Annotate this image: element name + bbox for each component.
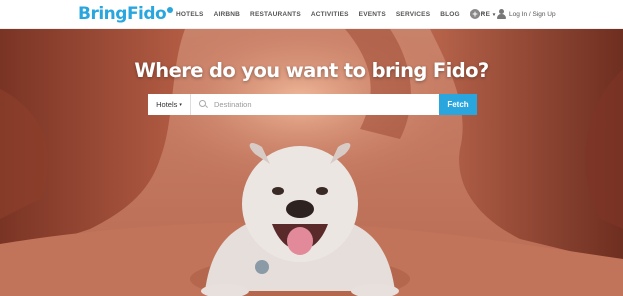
chevron-down-icon: ▾ [482, 11, 485, 17]
plus-circle-icon: + [470, 9, 480, 19]
search-type-label: Hotels [156, 100, 178, 109]
destination-field [191, 94, 439, 115]
nav-services[interactable]: SERVICES [396, 11, 430, 18]
hero-banner: Where do you want to bring Fido? Hotels … [0, 29, 623, 296]
chevron-down-icon: ▾ [491, 12, 496, 18]
fetch-button[interactable]: Fetch [439, 94, 477, 115]
search-type-dropdown[interactable]: Hotels ▾ [148, 94, 191, 115]
site-header: BringFido HOTELS AIRBNB RESTAURANTS ACTI… [0, 0, 623, 29]
paw-icon [167, 7, 174, 13]
hero-title: Where do you want to bring Fido? [134, 59, 489, 82]
search-icon [199, 100, 208, 109]
login-label: Log In / Sign Up [509, 10, 556, 18]
nav-airbnb[interactable]: AIRBNB [214, 11, 240, 18]
nav-blog[interactable]: BLOG [440, 11, 460, 18]
nav-restaurants[interactable]: RESTAURANTS [250, 11, 301, 18]
chevron-down-icon: ▾ [179, 101, 182, 108]
destination-input[interactable] [214, 100, 414, 109]
login-signup-link[interactable]: Log In / Sign Up [497, 9, 556, 19]
search-bar: Hotels ▾ Fetch [148, 94, 477, 115]
site-logo[interactable]: BringFido [78, 3, 174, 25]
main-nav: HOTELS AIRBNB RESTAURANTS ACTIVITIES EVE… [176, 0, 495, 29]
logo-text: BringFido [78, 4, 167, 24]
nav-events[interactable]: EVENTS [359, 11, 386, 18]
nav-activities[interactable]: ACTIVITIES [311, 11, 349, 18]
nav-hotels[interactable]: HOTELS [176, 11, 204, 18]
add-menu-button[interactable]: + ▾ [470, 9, 485, 19]
user-icon [497, 9, 506, 19]
